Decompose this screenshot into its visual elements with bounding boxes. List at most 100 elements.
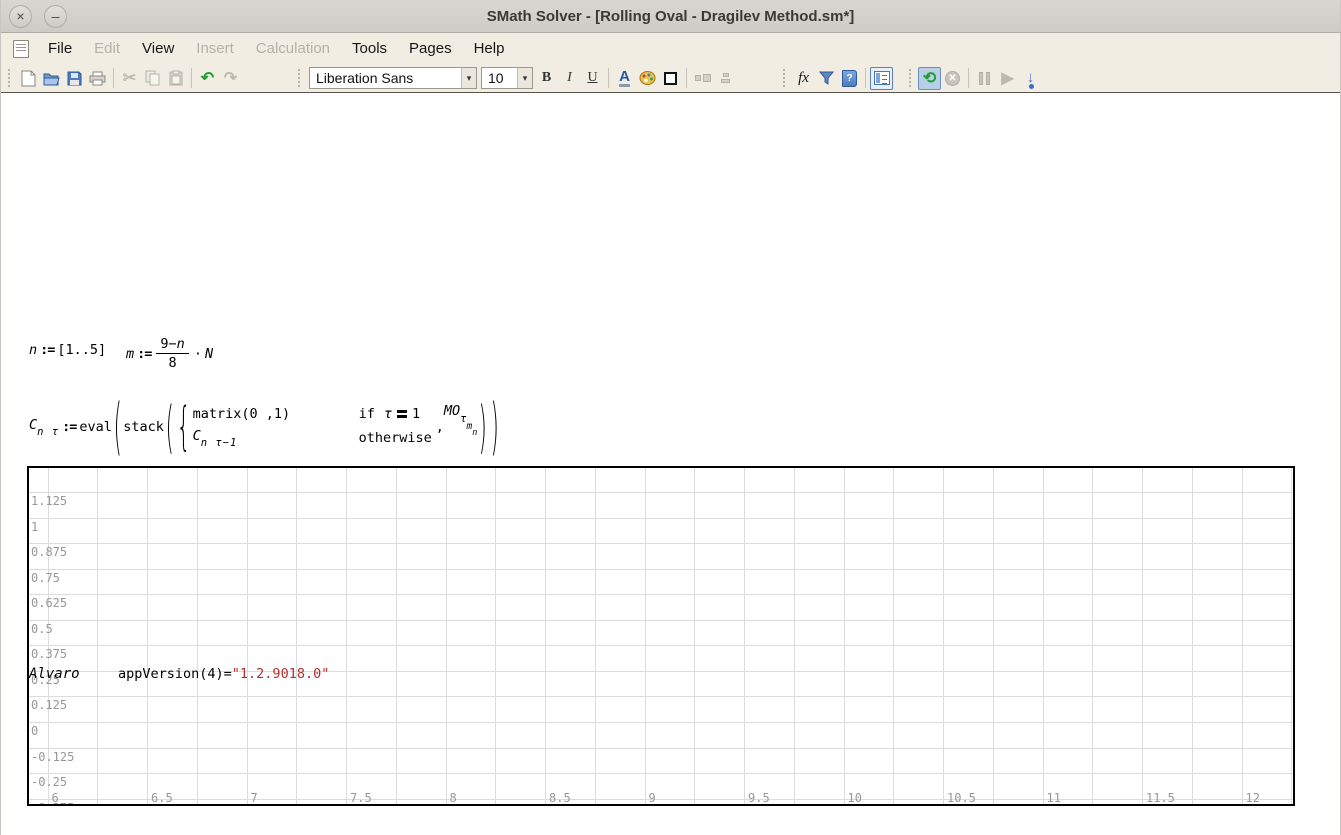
piecewise-cases: matrix(0 ,1) if τ 1 Cn τ−1 otherwise <box>193 406 432 449</box>
formula-var: m <box>126 346 134 362</box>
toolbar-separator <box>191 68 192 88</box>
formula-n-range[interactable]: n:=[1..5] <box>29 342 106 358</box>
italic-icon: I <box>567 70 572 86</box>
multiply-dot: · <box>191 346 205 362</box>
x-axis-tick-label: 8 <box>450 791 457 805</box>
menu-tools[interactable]: Tools <box>341 35 398 62</box>
open-paren: ( <box>114 396 122 457</box>
cut-button: ✂ <box>118 67 141 90</box>
x-axis-tick-label: 11 <box>1047 791 1061 805</box>
minimize-button[interactable]: – <box>44 5 67 28</box>
stop-icon: ✕ <box>945 71 960 86</box>
appversion-formula[interactable]: appVersion(4)="1.2.9018.0" <box>118 666 329 682</box>
document-icon[interactable] <box>13 40 29 58</box>
y-axis-tick-label: 0.75 <box>31 571 60 585</box>
menu-pages[interactable]: Pages <box>398 35 463 62</box>
gridline-horizontal <box>29 543 1293 544</box>
worksheet-canvas[interactable]: n:=[1..5] m := 9−n 8 · N Cn τ := eval ( … <box>1 94 1340 835</box>
plot-area[interactable]: 1.12510.8750.750.6250.50.3750.250.1250-0… <box>27 466 1295 806</box>
toolbar-grip[interactable] <box>783 69 787 87</box>
insert-function-button[interactable]: fx <box>792 67 815 90</box>
stack-function: stack <box>123 419 164 435</box>
y-axis-tick-label: 0.375 <box>31 647 67 661</box>
toolbar-grip[interactable] <box>8 69 12 87</box>
redo-button: ↷ <box>219 67 242 90</box>
y-axis-tick-label: 0.875 <box>31 545 67 559</box>
undo-icon: ↶ <box>201 68 214 88</box>
filter-button[interactable] <box>815 67 838 90</box>
debug-step-button[interactable]: ↓ <box>1019 67 1042 90</box>
show-sidebar-button[interactable] <box>870 67 893 90</box>
y-axis-tick-label: -0.25 <box>31 775 67 789</box>
toolbar-separator <box>113 68 114 88</box>
y-axis-tick-label: 0.625 <box>31 596 67 610</box>
pause-button <box>973 67 996 90</box>
formula-var: n <box>29 342 37 358</box>
underline-icon: U <box>587 70 597 86</box>
close-button[interactable]: × <box>9 5 32 28</box>
x-axis-tick-label: 11.5 <box>1146 791 1175 805</box>
gridline-horizontal <box>29 722 1293 723</box>
toolbar-grip[interactable] <box>298 69 302 87</box>
border-icon <box>664 72 677 85</box>
open-file-button[interactable] <box>40 67 63 90</box>
formula-c-matrix[interactable]: Cn τ := eval ( stack ( { matrix(0 ,1) if… <box>29 390 500 464</box>
appversion-result-string: "1.2.9018.0" <box>232 666 330 682</box>
formula-m[interactable]: m := 9−n 8 · N <box>126 336 213 371</box>
underline-button[interactable]: U <box>581 67 604 90</box>
play-icon: ▶ <box>1001 68 1013 88</box>
bold-button[interactable]: B <box>535 67 558 90</box>
x-axis-tick-label: 8.5 <box>549 791 571 805</box>
reference-book-button[interactable]: ? <box>838 67 861 90</box>
font-name-combo[interactable]: Liberation Sans ▾ <box>309 67 477 89</box>
font-size-combo[interactable]: 10 ▾ <box>481 67 533 89</box>
x-axis-tick-label: 9.5 <box>748 791 770 805</box>
x-axis-tick-label: 7 <box>251 791 258 805</box>
scissors-icon: ✂ <box>123 68 136 88</box>
formula-subscript: n τ <box>37 426 59 438</box>
chevron-down-icon[interactable]: ▾ <box>461 68 476 88</box>
save-file-button[interactable] <box>63 67 86 90</box>
border-button[interactable] <box>659 67 682 90</box>
pause-icon <box>979 72 990 85</box>
clipboard-icon <box>169 70 183 86</box>
case2-var: C <box>193 428 201 444</box>
recalculate-button[interactable]: ⟲ <box>918 67 941 90</box>
background-color-button[interactable] <box>636 67 659 90</box>
print-button[interactable] <box>86 67 109 90</box>
undo-button[interactable]: ↶ <box>196 67 219 90</box>
menu-edit: Edit <box>83 35 131 62</box>
gridline-horizontal <box>29 569 1293 570</box>
y-axis-tick-label: -0.125 <box>31 750 74 764</box>
boolean-equals <box>397 410 407 418</box>
function-icon: fx <box>798 70 809 87</box>
close-paren: ) <box>479 399 487 455</box>
cases-brace: { <box>177 401 191 453</box>
menu-view[interactable]: View <box>131 35 185 62</box>
italic-button[interactable]: I <box>558 67 581 90</box>
mo-subscript-3: n <box>472 428 477 438</box>
fraction: 9−n 8 <box>156 336 188 371</box>
menu-file[interactable]: File <box>37 35 83 62</box>
toolbar-grip[interactable] <box>909 69 913 87</box>
stop-button: ✕ <box>941 67 964 90</box>
toolbar: ✂ ↶ ↷ Liberation Sans ▾ 10 ▾ B I U <box>1 64 1340 93</box>
copy-icon <box>145 70 160 86</box>
otherwise-keyword: otherwise <box>359 430 432 446</box>
formula-factor: N <box>205 346 213 362</box>
eval-function: eval <box>79 419 112 435</box>
chevron-down-icon[interactable]: ▾ <box>517 68 532 88</box>
numerator-var: n <box>177 336 185 352</box>
save-floppy-icon <box>67 71 82 86</box>
y-axis-tick-label: 0 <box>31 724 38 738</box>
font-color-button[interactable]: A <box>613 67 636 90</box>
y-axis-tick-label: 0.5 <box>31 622 53 636</box>
refresh-icon: ⟲ <box>923 68 936 88</box>
horizontal-spacing-icon <box>695 74 711 82</box>
appversion-expression: appVersion(4)= <box>118 666 232 682</box>
new-document-button[interactable] <box>17 67 40 90</box>
gridline-horizontal <box>29 748 1293 749</box>
palette-icon <box>639 71 656 85</box>
menu-help[interactable]: Help <box>463 35 516 62</box>
author-text[interactable]: Alvaro <box>29 666 80 682</box>
